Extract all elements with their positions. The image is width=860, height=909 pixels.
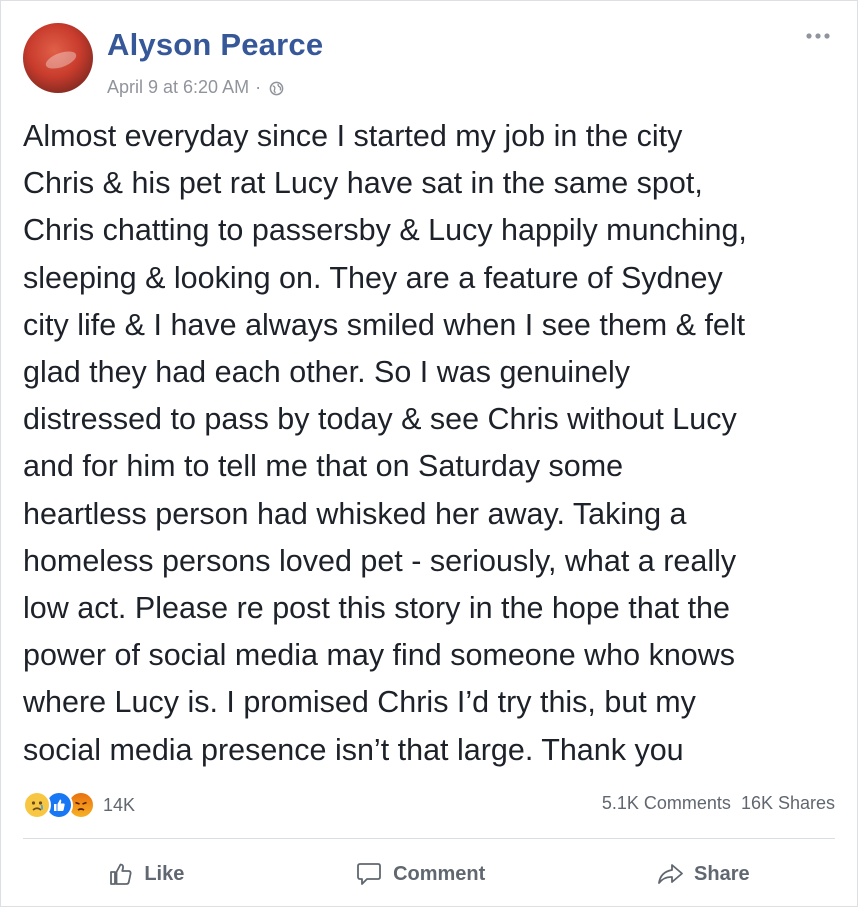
like-button[interactable]: Like [90, 855, 202, 893]
post-body: Almost everyday since I started my job i… [23, 113, 843, 774]
post-text-line: Chris chatting to passersby & Lucy happi… [23, 213, 747, 248]
post-text-line: sleeping & looking on. They are a featur… [23, 260, 723, 295]
comments-count[interactable]: 5.1K Comments [602, 793, 731, 814]
engagement-stats: 5.1K Comments 16K Shares [602, 793, 835, 814]
post-text-line: Chris & his pet rat Lucy have sat in the… [23, 166, 703, 201]
shares-count[interactable]: 16K Shares [741, 793, 835, 814]
reactions-summary[interactable]: 14K [23, 791, 135, 819]
thumbs-up-icon [108, 861, 134, 887]
post-text-line: city life & I have always smiled when I … [23, 307, 746, 342]
like-label: Like [144, 862, 185, 885]
author-avatar[interactable] [23, 23, 93, 93]
action-divider [23, 838, 835, 839]
post-text-line: distressed to pass by today & see Chris … [23, 402, 737, 437]
post-text-line: power of social media may find someone w… [23, 638, 736, 673]
meta-separator: · [255, 77, 262, 97]
post-text-line: and for him to tell me that on Saturday … [23, 449, 624, 484]
post-actions: Like Comment Share [23, 846, 835, 902]
share-button[interactable]: Share [638, 855, 768, 893]
post-text-line: heartless person had whisked her away. T… [23, 496, 687, 531]
sad-reaction-icon [23, 791, 51, 819]
post-meta: April 9 at 6:20 AM · [107, 77, 284, 98]
globe-icon[interactable] [269, 80, 284, 96]
comment-label: Comment [393, 862, 486, 885]
post-card: Alyson Pearce April 9 at 6:20 AM · Almos… [0, 0, 858, 907]
share-arrow-icon [656, 861, 684, 887]
more-options-button[interactable] [801, 27, 835, 45]
post-text-line: low act. Please re post this story in th… [23, 591, 730, 626]
post-timestamp[interactable]: April 9 at 6:20 AM [107, 77, 249, 98]
post-text-line: Almost everyday since I started my job i… [23, 119, 683, 153]
post-text-line: glad they had each other. So I was genui… [23, 355, 631, 390]
more-horizontal-icon [806, 33, 830, 39]
post-text-line: social media presence isn’t that large. … [23, 732, 684, 767]
comment-button[interactable]: Comment [337, 854, 503, 894]
author-name[interactable]: Alyson Pearce [107, 27, 323, 63]
comment-bubble-icon [355, 860, 383, 888]
post-text-line: homeless persons loved pet - seriously, … [23, 543, 737, 578]
post-text-line: where Lucy is. I promised Chris I’d try … [23, 685, 696, 720]
reaction-count: 14K [103, 794, 136, 815]
share-label: Share [694, 862, 750, 885]
avatar-sheen [43, 47, 79, 73]
